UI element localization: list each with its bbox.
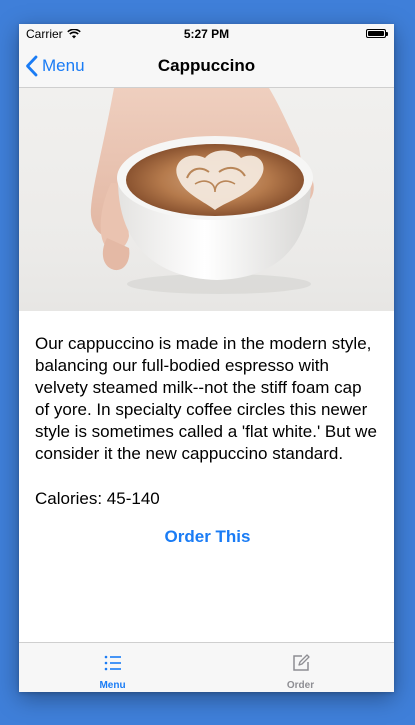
- cappuccino-photo: [19, 88, 394, 311]
- drink-details: Our cappuccino is made in the modern sty…: [35, 333, 380, 548]
- status-bar: Carrier 5:27 PM: [19, 24, 394, 44]
- tab-menu[interactable]: Menu: [19, 643, 206, 692]
- navigation-bar: Menu Cappuccino: [19, 44, 394, 88]
- tab-order-label: Order: [286, 680, 315, 691]
- page-title: Cappuccino: [157, 56, 256, 75]
- edit-icon: [292, 654, 310, 671]
- calories-info: Calories: 45-140: [35, 489, 160, 508]
- tab-order[interactable]: Order: [207, 643, 394, 692]
- status-time: 5:27 PM: [183, 27, 230, 41]
- tab-bar: Menu Order: [19, 642, 394, 692]
- battery-icon: [366, 29, 388, 38]
- drink-description: Our cappuccino is made in the modern sty…: [35, 334, 377, 463]
- list-icon: [104, 655, 121, 671]
- tab-menu-label: Menu: [99, 680, 126, 691]
- order-this-button[interactable]: Order This: [138, 526, 278, 548]
- app-screen: Carrier 5:27 PM Menu Cappuccino Our capp…: [19, 24, 394, 692]
